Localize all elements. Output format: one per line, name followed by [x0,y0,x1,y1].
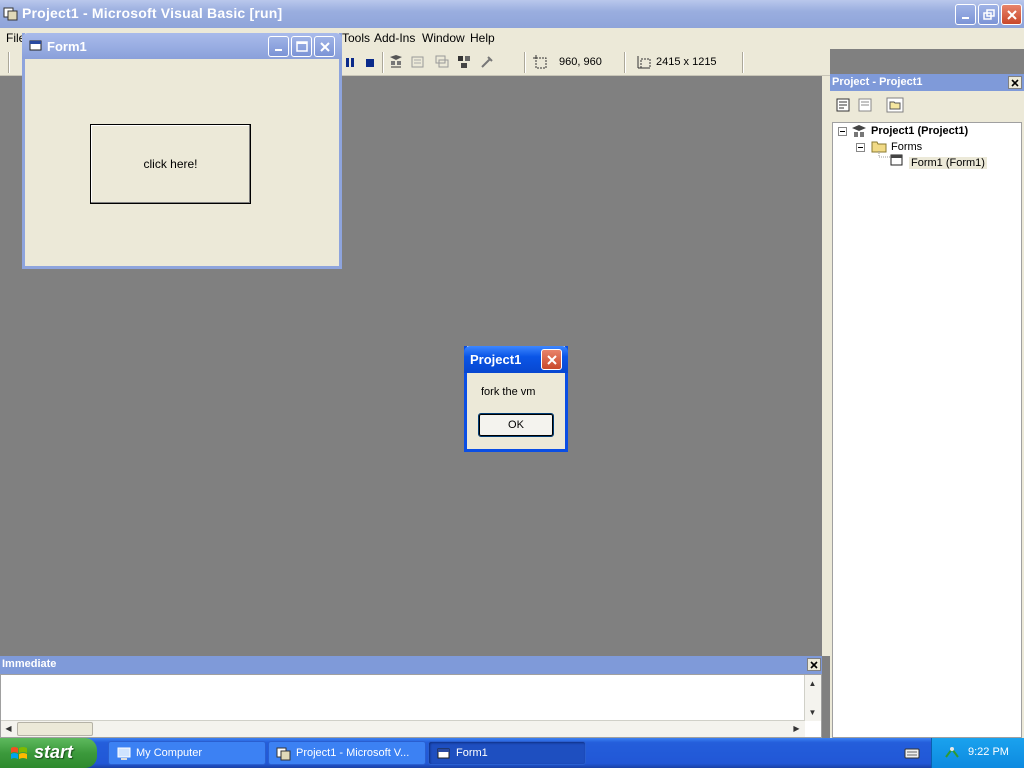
vb-app-icon[interactable] [3,6,18,21]
stop-icon[interactable] [362,54,378,70]
close-icon [546,354,557,365]
start-label: start [34,742,74,762]
toolbar-grip[interactable] [8,52,10,73]
toolbar-separator [524,52,526,73]
toolbar-separator [624,52,626,73]
view-code-icon[interactable] [834,97,852,113]
maximize-icon [295,40,308,52]
immediate-title: Immediate [2,658,57,670]
form-size-readout: 2415 x 1215 [656,56,717,68]
immediate-close-button[interactable] [807,658,821,671]
message-box-text: fork the vm [481,386,536,398]
network-icon[interactable] [944,745,960,761]
taskbar-item-project1[interactable]: Project1 - Microsoft V... [268,741,426,765]
form-layout-icon[interactable] [434,54,450,70]
menu-add-ins[interactable]: Add-Ins [374,31,415,45]
ok-button[interactable]: OK [478,413,554,437]
workspace-divider[interactable] [822,76,830,656]
toolbox-icon[interactable] [479,54,495,70]
windows-flag-icon [11,747,27,759]
taskbar-item-label: My Computer [136,747,203,759]
form1-maximize-button[interactable] [291,36,312,57]
properties-window-icon[interactable] [410,54,426,70]
system-tray: 9:22 PM [931,738,1024,768]
immediate-horizontal-scrollbar[interactable]: ◀ ▶ [1,720,805,737]
scroll-left-arrow-icon[interactable]: ◀ [1,721,16,736]
toggle-folders-icon[interactable] [886,97,904,113]
minimize-icon [961,16,969,19]
menu-help[interactable]: Help [470,31,495,45]
form1-window: Form1 click here! [22,33,342,269]
form-position-readout: 960, 960 [559,56,602,68]
position-icon [533,55,547,69]
main-window-title: Project1 - Microsoft Visual Basic [run] [22,5,283,21]
size-icon [637,56,651,69]
tree-project-root[interactable]: Project1 (Project1) [871,125,968,137]
toolbar-separator [382,52,384,73]
project-explorer-close-button[interactable] [1008,76,1022,89]
close-icon [810,660,818,669]
tree-item-form1[interactable]: Form1 (Form1) [909,157,987,169]
restore-icon [982,8,995,20]
project-explorer-title: Project - Project1 [832,76,923,88]
object-browser-icon[interactable] [456,54,472,70]
minimize-icon [274,48,282,51]
collapse-icon[interactable] [838,127,847,136]
restore-button[interactable] [978,4,999,25]
project-explorer-panel: Project - Project1 Project1 (Project1) F… [830,74,1024,738]
project-explorer-icon[interactable] [388,54,404,70]
scroll-down-arrow-icon[interactable]: ▼ [805,705,820,720]
main-title-bar: Project1 - Microsoft Visual Basic [run] [0,0,1024,28]
view-object-icon[interactable] [856,97,874,113]
break-icon[interactable] [342,54,358,70]
click-here-button[interactable]: click here! [90,124,251,204]
project-tree: Project1 (Project1) Forms Form1 (Form1) [832,122,1022,738]
scroll-up-arrow-icon[interactable]: ▲ [805,676,820,691]
minimize-button[interactable] [955,4,976,25]
taskbar-item-label: Project1 - Microsoft V... [296,747,410,759]
close-icon [1006,9,1017,20]
project-explorer-toolbar [830,91,1024,119]
close-icon [319,41,330,52]
clock[interactable]: 9:22 PM [968,746,1009,758]
keyboard-language-icon[interactable] [904,746,920,760]
form-icon [890,154,903,166]
vb-app-icon [276,747,291,761]
taskbar-item-my-computer[interactable]: My Computer [108,741,266,765]
immediate-input-area[interactable]: ▲ ▼ ◀ ▶ [0,674,822,738]
tree-folder-forms[interactable]: Forms [891,141,922,153]
message-box-close-button[interactable] [541,349,562,370]
taskbar-item-label: Form1 [456,747,488,759]
form-icon [437,748,450,759]
form1-title: Form1 [47,39,87,54]
start-button[interactable]: start [0,738,97,768]
message-box-title: Project1 [470,352,522,367]
message-box: Project1 fork the vm OK [464,346,568,452]
menu-window[interactable]: Window [422,31,465,45]
form-icon[interactable] [29,39,42,52]
scroll-thumb[interactable] [17,722,93,736]
tree-connector [878,151,890,158]
form1-minimize-button[interactable] [268,36,289,57]
immediate-title-bar[interactable]: Immediate [0,656,822,674]
collapse-icon[interactable] [856,143,865,152]
menu-tools[interactable]: Tools [342,31,370,45]
project-icon [852,125,866,137]
form1-close-button[interactable] [314,36,335,57]
immediate-vertical-scrollbar[interactable]: ▲ ▼ [804,675,821,721]
message-box-title-bar[interactable]: Project1 [464,346,568,373]
taskbar-item-form1[interactable]: Form1 [428,741,586,765]
my-computer-icon [117,747,131,760]
close-button[interactable] [1001,4,1022,25]
scroll-right-arrow-icon[interactable]: ▶ [789,721,804,736]
form1-title-bar[interactable]: Form1 [22,33,342,59]
toolbar-separator [742,52,744,73]
close-icon [1011,78,1019,87]
project-explorer-title-bar[interactable]: Project - Project1 [830,74,1024,91]
taskbar: start My Computer Project1 - Microsoft V… [0,738,1024,768]
